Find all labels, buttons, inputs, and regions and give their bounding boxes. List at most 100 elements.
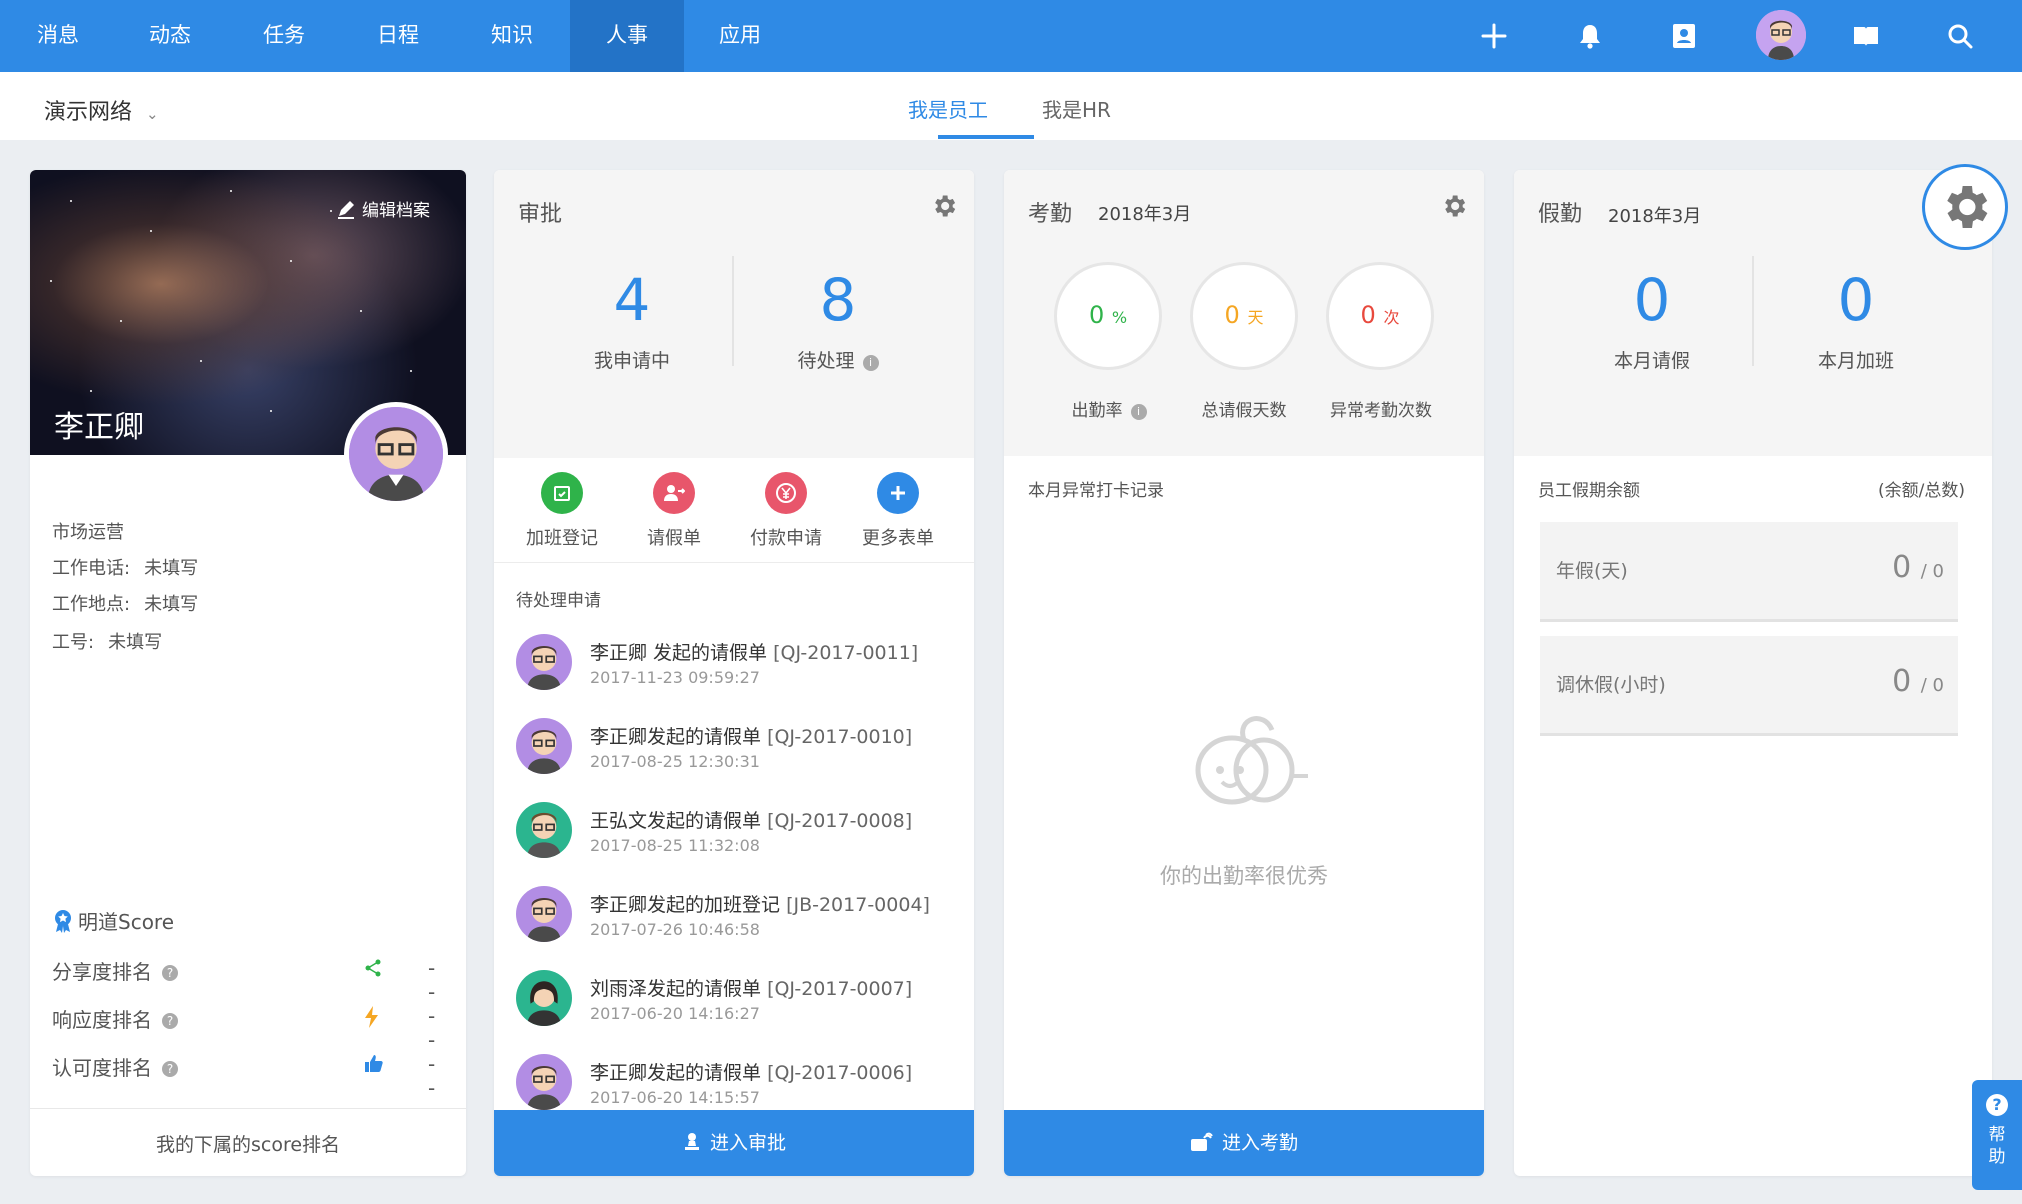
gear-icon[interactable]: [1440, 192, 1470, 222]
calendar-check-icon: [541, 472, 583, 514]
approval-rank-value: - -: [428, 1052, 440, 1100]
settings-gear-button[interactable]: [1922, 164, 2008, 250]
gear-icon[interactable]: [930, 192, 960, 222]
list-item[interactable]: 王弘文发起的请假单 [QJ-2017-0008] 2017-08-25 11:3…: [516, 802, 946, 874]
help-button[interactable]: ? 帮助: [1972, 1080, 2022, 1190]
item-code: [QJ-2017-0007]: [767, 978, 913, 1000]
payment-form-button[interactable]: 付款申请: [730, 472, 842, 550]
info-icon[interactable]: i: [862, 355, 879, 371]
leave-days-unit: 天: [1247, 308, 1264, 327]
nav-tab-tasks[interactable]: 任务: [244, 0, 324, 72]
avatar: [516, 970, 572, 1026]
search-icon[interactable]: [1938, 14, 1982, 58]
response-rank-value: - -: [428, 1004, 440, 1052]
plus-icon[interactable]: [1472, 14, 1516, 58]
score-title-text: 明道Score: [78, 910, 175, 934]
id-value: 未填写: [108, 632, 163, 653]
balance-total: / 0: [1920, 675, 1944, 696]
divider: [1752, 256, 1754, 366]
stamp-icon: [684, 1133, 699, 1150]
response-rank-label: 响应度排名: [52, 1008, 152, 1032]
sub-header: 演示网络 ⌄ 我是员工 我是HR: [0, 72, 2022, 140]
overtime-form-label: 加班登记: [526, 528, 598, 549]
tab-hr[interactable]: 我是HR: [1042, 94, 1111, 123]
punch-card-icon: [1190, 1132, 1213, 1151]
list-item[interactable]: 李正卿发起的请假单 [QJ-2017-0010] 2017-08-25 12:3…: [516, 718, 946, 790]
score-row-share: 分享度排名? - -: [52, 956, 452, 1004]
abnormal-count-value: 0: [1360, 301, 1376, 329]
help-icon[interactable]: ?: [162, 965, 178, 981]
approval-card: 审批 4 我申请中 8 待处理 i 加班登记 请假单 付款申请 更多表单 待处理申…: [494, 170, 974, 1176]
book-icon[interactable]: [1844, 14, 1888, 58]
enter-attendance-button[interactable]: 进入考勤: [1004, 1110, 1484, 1176]
avatar: [516, 718, 572, 774]
avatar: [516, 802, 572, 858]
id-key: 工号:: [52, 632, 95, 653]
attendance-rate-label-text: 出勤率: [1071, 401, 1123, 421]
avatar: [516, 1054, 572, 1110]
profile-employee-id: 工号: 未填写: [52, 628, 162, 654]
network-selector[interactable]: 演示网络 ⌄: [44, 94, 159, 126]
thumbs-up-icon: [364, 1054, 384, 1079]
pending-list-title: 待处理申请: [516, 591, 601, 611]
plus-icon: [877, 472, 919, 514]
subordinate-score-link[interactable]: 我的下属的score排名: [30, 1130, 466, 1157]
more-forms-label: 更多表单: [862, 528, 934, 549]
list-item[interactable]: 李正卿发起的加班登记 [JB-2017-0004] 2017-07-26 10:…: [516, 886, 946, 958]
edit-profile-link[interactable]: 编辑档案: [336, 196, 430, 221]
chevron-down-icon: ⌄: [146, 105, 159, 123]
help-icon[interactable]: ?: [162, 1013, 178, 1029]
month-overtime-label: 本月加班: [1817, 350, 1894, 372]
abnormal-count-ring[interactable]: 0 次: [1326, 262, 1434, 370]
balance-hint: (余额/总数): [1878, 481, 1965, 501]
nav-tab-knowledge[interactable]: 知识: [472, 0, 552, 72]
profile-name: 李正卿: [54, 410, 144, 445]
divider: [30, 1108, 466, 1109]
attendance-rate-value: 0: [1088, 301, 1105, 329]
attendance-month: 2018年3月: [1098, 204, 1192, 225]
nav-tab-hr[interactable]: 人事: [570, 0, 684, 72]
balance-remain: 0: [1892, 550, 1912, 585]
list-item[interactable]: 李正卿 发起的请假单 [QJ-2017-0011] 2017-11-23 09:…: [516, 634, 946, 706]
tab-employee[interactable]: 我是员工: [908, 94, 988, 123]
phone-value: 未填写: [144, 558, 199, 579]
month-overtime-count[interactable]: 0: [1756, 266, 1956, 334]
nav-tab-apps[interactable]: 应用: [700, 0, 780, 72]
abnormal-count-unit: 次: [1383, 308, 1400, 327]
nav-tab-messages[interactable]: 消息: [18, 0, 98, 72]
item-title: 王弘文发起的请假单: [590, 810, 762, 832]
applying-label: 我申请中: [593, 350, 670, 372]
item-date: 2017-11-23 09:59:27: [590, 668, 760, 687]
item-date: 2017-08-25 11:32:08: [590, 836, 760, 855]
overtime-form-button[interactable]: 加班登记: [506, 472, 618, 550]
balance-compensatory-leave[interactable]: 调休假(小时) 0 / 0: [1540, 636, 1958, 736]
nav-tab-calendar[interactable]: 日程: [358, 0, 438, 72]
leave-days-label: 总请假天数: [1201, 401, 1287, 421]
share-rank-label: 分享度排名: [52, 960, 152, 984]
info-icon[interactable]: i: [1130, 404, 1147, 420]
leave-title: 假勤: [1538, 202, 1583, 227]
avatar[interactable]: [1756, 10, 1806, 60]
month-leave-label: 本月请假: [1613, 350, 1690, 372]
list-item[interactable]: 刘雨泽发起的请假单 [QJ-2017-0007] 2017-06-20 14:1…: [516, 970, 946, 1042]
lightning-icon: [364, 1006, 380, 1033]
help-icon[interactable]: ?: [162, 1061, 178, 1077]
item-date: 2017-07-26 10:46:58: [590, 920, 760, 939]
balance-annual-leave[interactable]: 年假(天) 0 / 0: [1540, 522, 1958, 622]
divider: [494, 562, 974, 563]
contacts-icon[interactable]: [1662, 14, 1706, 58]
enter-approval-label: 进入审批: [709, 1132, 786, 1154]
applying-count[interactable]: 4: [532, 266, 732, 334]
more-forms-button[interactable]: 更多表单: [842, 472, 954, 550]
profile-avatar[interactable]: [344, 402, 448, 506]
nav-tab-feed[interactable]: 动态: [130, 0, 210, 72]
pending-count[interactable]: 8: [738, 266, 938, 334]
enter-approval-button[interactable]: 进入审批: [494, 1110, 974, 1176]
leave-days-ring[interactable]: 0 天: [1190, 262, 1298, 370]
bell-icon[interactable]: [1568, 14, 1612, 58]
active-tab-underline: [938, 135, 1034, 139]
attendance-rate-ring[interactable]: 0 %: [1054, 262, 1162, 370]
leave-form-button[interactable]: 请假单: [618, 472, 730, 550]
month-leave-count[interactable]: 0: [1552, 266, 1752, 334]
gear-icon: [1947, 186, 1988, 228]
